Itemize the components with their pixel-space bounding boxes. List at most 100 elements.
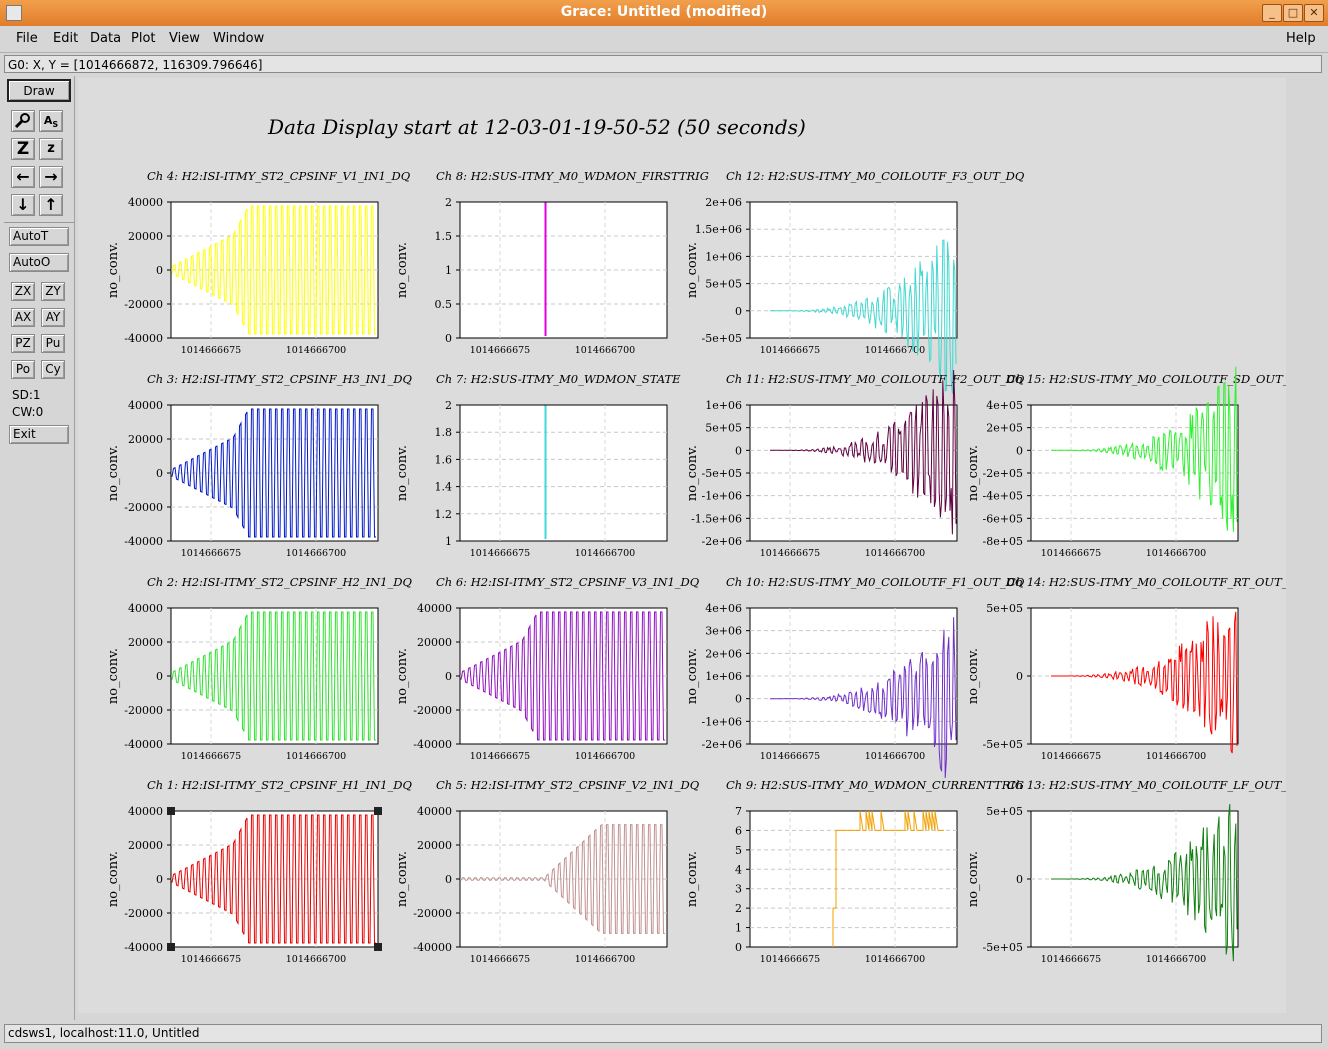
graph-panel[interactable]: Ch 5: H2:ISI-ITMY_ST2_CPSINF_V2_IN1_DQ 40… bbox=[395, 778, 700, 965]
graph-panel[interactable]: Ch 6: H2:ISI-ITMY_ST2_CPSINF_V3_IN1_DQ 40… bbox=[395, 575, 700, 762]
y-axis-label: no_conv. bbox=[685, 851, 700, 907]
y-tick-label: 20000 bbox=[128, 230, 163, 243]
menu-view[interactable]: View bbox=[169, 31, 200, 46]
current-world-label: CW:0 bbox=[12, 405, 44, 419]
y-axis-label: no_conv. bbox=[106, 445, 121, 501]
graph-title: Ch 1: H2:ISI-ITMY_ST2_CPSINF_H1_IN1_DQ bbox=[147, 778, 412, 792]
graph-panel[interactable]: Ch 14: H2:SUS-ITMY_M0_COILOUTF_RT_OUT_DQ… bbox=[966, 575, 1307, 762]
set-display-label: SD:1 bbox=[12, 388, 41, 402]
y-tick-label: 2 bbox=[445, 196, 452, 209]
x-tick-label: 1014666700 bbox=[865, 548, 925, 559]
autoscale-icon[interactable]: AS bbox=[39, 110, 63, 132]
y-tick-label: 0 bbox=[1016, 670, 1023, 683]
y-tick-label: 1 bbox=[445, 535, 452, 548]
menu-edit[interactable]: Edit bbox=[53, 31, 78, 46]
graph-title: Ch 11: H2:SUS-ITMY_M0_COILOUTF_F2_OUT_DQ bbox=[726, 372, 1025, 386]
plot-canvas[interactable]: Data Display start at 12-03-01-19-50-52 … bbox=[78, 78, 1308, 1013]
y-axis-label: no_conv. bbox=[395, 851, 410, 907]
y-tick-label: -1.5e+06 bbox=[691, 512, 742, 525]
y-tick-label: 0 bbox=[156, 467, 163, 480]
graph-frame[interactable] bbox=[749, 810, 958, 948]
selection-handle[interactable] bbox=[167, 807, 175, 815]
y-tick-label: 1.8 bbox=[435, 426, 453, 439]
y-tick-label: 20000 bbox=[417, 636, 452, 649]
arrow-right-icon[interactable]: → bbox=[39, 166, 63, 188]
autot-button[interactable]: AutoT bbox=[9, 227, 69, 246]
graph-panel[interactable]: Ch 12: H2:SUS-ITMY_M0_COILOUTF_F3_OUT_DQ… bbox=[685, 169, 1025, 394]
ay-button[interactable]: AY bbox=[41, 308, 65, 327]
y-tick-label: 1e+06 bbox=[705, 399, 742, 412]
arrow-left-icon[interactable]: ← bbox=[11, 166, 35, 188]
graph-panel[interactable]: Ch 15: H2:SUS-ITMY_M0_COILOUTF_SD_OUT_DQ… bbox=[966, 366, 1308, 559]
graph-panel[interactable]: Ch 7: H2:SUS-ITMY_M0_WDMON_STATE 2 1.8 1.6 1… bbox=[395, 372, 681, 559]
x-tick-label: 1014666675 bbox=[470, 345, 530, 356]
series-line bbox=[544, 202, 547, 336]
x-tick-label: 1014666675 bbox=[760, 548, 820, 559]
selection-handle[interactable] bbox=[167, 943, 175, 951]
graph-frame[interactable] bbox=[459, 404, 668, 542]
zx-button[interactable]: ZX bbox=[11, 282, 35, 301]
ax-button[interactable]: AX bbox=[11, 308, 35, 327]
draw-button[interactable]: Draw bbox=[7, 79, 71, 102]
y-tick-label: 0 bbox=[735, 693, 742, 706]
graph-title: Ch 7: H2:SUS-ITMY_M0_WDMON_STATE bbox=[436, 372, 681, 386]
y-tick-label: 1e+06 bbox=[705, 670, 742, 683]
selection-handle[interactable] bbox=[374, 807, 382, 815]
plot-canvas-svg[interactable]: Data Display start at 12-03-01-19-50-52 … bbox=[78, 78, 1308, 1013]
y-tick-label: 2 bbox=[735, 902, 742, 915]
graph-panel[interactable]: Ch 4: H2:ISI-ITMY_ST2_CPSINF_V1_IN1_DQ 40… bbox=[106, 169, 411, 356]
menu-file[interactable]: File bbox=[16, 31, 38, 46]
pz-button[interactable]: PZ bbox=[11, 334, 35, 353]
zoom-icon[interactable] bbox=[11, 110, 35, 132]
menu-help[interactable]: Help bbox=[1286, 31, 1316, 46]
y-tick-label: 40000 bbox=[128, 805, 163, 818]
graph-title: Ch 10: H2:SUS-ITMY_M0_COILOUTF_F1_OUT_DQ bbox=[726, 575, 1025, 589]
graph-title: Ch 6: H2:ISI-ITMY_ST2_CPSINF_V3_IN1_DQ bbox=[436, 575, 700, 589]
graph-title: Ch 14: H2:SUS-ITMY_M0_COILOUTF_RT_OUT_DQ bbox=[1007, 575, 1286, 589]
menu-window[interactable]: Window bbox=[213, 31, 264, 46]
graph-panel[interactable]: Ch 2: H2:ISI-ITMY_ST2_CPSINF_H2_IN1_DQ 40… bbox=[106, 575, 412, 762]
close-icon[interactable]: ✕ bbox=[1304, 4, 1324, 22]
menu-plot[interactable]: Plot bbox=[131, 31, 156, 46]
x-tick-label: 1014666675 bbox=[760, 751, 820, 762]
x-tick-label: 1014666700 bbox=[865, 751, 925, 762]
x-tick-label: 1014666675 bbox=[760, 345, 820, 356]
graph-panel[interactable]: Ch 8: H2:SUS-ITMY_M0_WDMON_FIRSTTRIG 2 1.5… bbox=[395, 169, 709, 356]
menu-data[interactable]: Data bbox=[90, 31, 121, 46]
minimize-icon[interactable]: _ bbox=[1262, 4, 1282, 22]
pu-button[interactable]: Pu bbox=[41, 334, 65, 353]
canvas-title: Data Display start at 12-03-01-19-50-52 … bbox=[267, 115, 806, 139]
tool-panel: Draw AS Z z ← → ↓ ↑ AutoT AutoO ZX ZY AX… bbox=[4, 76, 75, 1020]
y-tick-label: 5 bbox=[735, 844, 742, 857]
po-button[interactable]: Po bbox=[11, 360, 35, 379]
zoom-in-icon[interactable]: Z bbox=[11, 138, 35, 160]
y-axis-label: no_conv. bbox=[106, 851, 121, 907]
graph-panel[interactable]: Ch 13: H2:SUS-ITMY_M0_COILOUTF_LF_OUT_DQ… bbox=[966, 778, 1306, 965]
x-tick-label: 1014666700 bbox=[575, 548, 635, 559]
y-tick-label: -20000 bbox=[413, 704, 452, 717]
divider bbox=[4, 222, 74, 223]
graph-panel[interactable]: Ch 3: H2:ISI-ITMY_ST2_CPSINF_H3_IN1_DQ 40… bbox=[106, 372, 412, 559]
zy-button[interactable]: ZY bbox=[41, 282, 65, 301]
graph-title: Ch 5: H2:ISI-ITMY_ST2_CPSINF_V2_IN1_DQ bbox=[436, 778, 700, 792]
y-tick-label: -40000 bbox=[124, 738, 163, 751]
cy-button[interactable]: Cy bbox=[41, 360, 65, 379]
maximize-icon[interactable]: □ bbox=[1283, 4, 1303, 22]
graph-panel[interactable]: Ch 1: H2:ISI-ITMY_ST2_CPSINF_H1_IN1_DQ 40… bbox=[106, 778, 412, 965]
status-bar: cdsws1, localhost:11.0, Untitled bbox=[4, 1024, 1322, 1043]
y-tick-label: 1.4 bbox=[435, 481, 453, 494]
x-tick-label: 1014666675 bbox=[470, 548, 530, 559]
y-tick-label: 40000 bbox=[128, 399, 163, 412]
y-tick-label: -20000 bbox=[124, 298, 163, 311]
y-tick-label: 3 bbox=[735, 883, 742, 896]
y-tick-label: 1.5e+06 bbox=[695, 223, 742, 236]
arrow-down-icon[interactable]: ↓ bbox=[11, 194, 35, 216]
exit-button[interactable]: Exit bbox=[9, 425, 69, 444]
graph-title: Ch 15: H2:SUS-ITMY_M0_COILOUTF_SD_OUT_DQ bbox=[1007, 372, 1286, 386]
graph-frame[interactable] bbox=[749, 201, 958, 339]
arrow-up-icon[interactable]: ↑ bbox=[39, 194, 63, 216]
autoo-button[interactable]: AutoO bbox=[9, 253, 69, 272]
x-tick-label: 1014666700 bbox=[575, 751, 635, 762]
selection-handle[interactable] bbox=[374, 943, 382, 951]
zoom-out-icon[interactable]: z bbox=[39, 138, 63, 160]
